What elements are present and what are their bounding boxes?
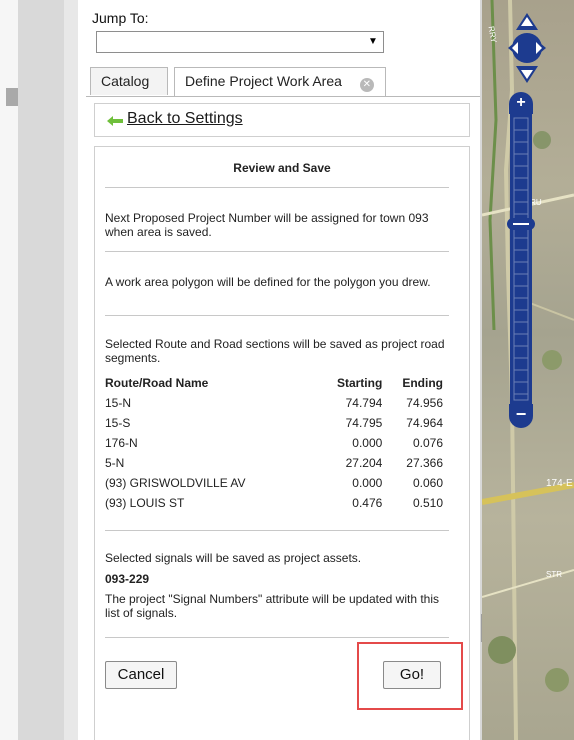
tab-catalog[interactable]: Catalog [90,67,168,95]
map-road-label: STR [546,570,562,579]
close-tab-icon[interactable]: ✕ [359,78,374,92]
signals-note: Selected signals will be saved as projec… [105,551,362,565]
signal-id: 093-229 [105,572,150,586]
table-row: (93) LOUIS ST 0.476 0.510 [105,493,443,513]
starting-value: 74.794 [345,396,383,410]
zoom-ticks [513,117,529,401]
road-segments-table: Route/Road Name Starting Ending 15-N 74.… [105,373,443,513]
ending-value: 74.956 [406,396,443,410]
divider [105,251,449,252]
go-button-highlight [357,642,463,710]
starting-value: 0.000 [352,436,383,450]
jump-to-label: Jump To: [92,10,149,26]
zoom-out-icon[interactable]: − [509,404,533,428]
zoom-slider-handle[interactable] [507,218,535,230]
divider [105,187,449,188]
tab-define-project-work-area[interactable]: Define Project Work Area ✕ [174,67,386,97]
zoom-in-icon[interactable]: + [509,92,533,114]
divider [105,637,449,638]
route-name: 5-N [105,456,125,470]
starting-value: 0.000 [352,476,383,490]
tab-catalog-label: Catalog [101,73,150,89]
dropdown-arrow-icon[interactable]: ▼ [365,34,381,50]
project-number-note: Next Proposed Project Number will be ass… [105,211,429,239]
back-arrow-icon[interactable] [107,115,123,127]
zoom-slider-track[interactable] [510,112,532,406]
table-row: (93) GRISWOLDVILLE AV 0.000 0.060 [105,473,443,493]
jump-to-select[interactable]: ▼ [96,31,384,53]
table-row: 15-N 74.794 74.956 [105,393,443,413]
tab-divider [86,96,482,97]
polygon-note: A work area polygon will be defined for … [105,275,431,289]
route-name: 15-N [105,396,132,410]
route-name: 176-N [105,436,138,450]
signal-attribute-note: The project "Signal Numbers" attribute w… [105,592,440,620]
left-gutter [18,0,64,740]
divider [105,530,449,531]
column-header-starting: Starting [336,376,383,390]
starting-value: 74.795 [345,416,383,430]
table-row: 5-N 27.204 27.366 [105,453,443,473]
column-header-route: Route/Road Name [105,376,209,390]
back-to-settings-link[interactable]: Back to Settings [127,110,243,128]
road-sections-note: Selected Route and Road sections will be… [105,337,445,365]
ending-value: 0.076 [412,436,443,450]
left-gutter-edge [64,0,78,740]
route-name: 15-S [105,416,131,430]
tab-active-label: Define Project Work Area [185,73,342,89]
collapse-handle[interactable] [6,88,18,106]
pan-control[interactable] [507,12,547,84]
ending-value: 74.964 [406,416,443,430]
left-margin [0,0,18,740]
ending-value: 27.366 [406,456,443,470]
route-name: (93) LOUIS ST [105,496,185,510]
ending-value: 0.060 [412,476,443,490]
cancel-button[interactable]: Cancel [105,661,177,689]
column-header-ending: Ending [402,376,443,390]
review-title: Review and Save [233,161,331,175]
route-name: (93) GRISWOLDVILLE AV [105,476,246,490]
divider [105,315,449,316]
map-road-label: 174-E [546,478,573,489]
back-navigation-box: Back to Settings [94,103,470,137]
table-row: 176-N 0.000 0.076 [105,433,443,453]
table-header-row: Route/Road Name Starting Ending [105,373,443,393]
starting-value: 0.476 [352,496,383,510]
starting-value: 27.204 [345,456,383,470]
table-row: 15-S 74.795 74.964 [105,413,443,433]
ending-value: 0.510 [412,496,443,510]
